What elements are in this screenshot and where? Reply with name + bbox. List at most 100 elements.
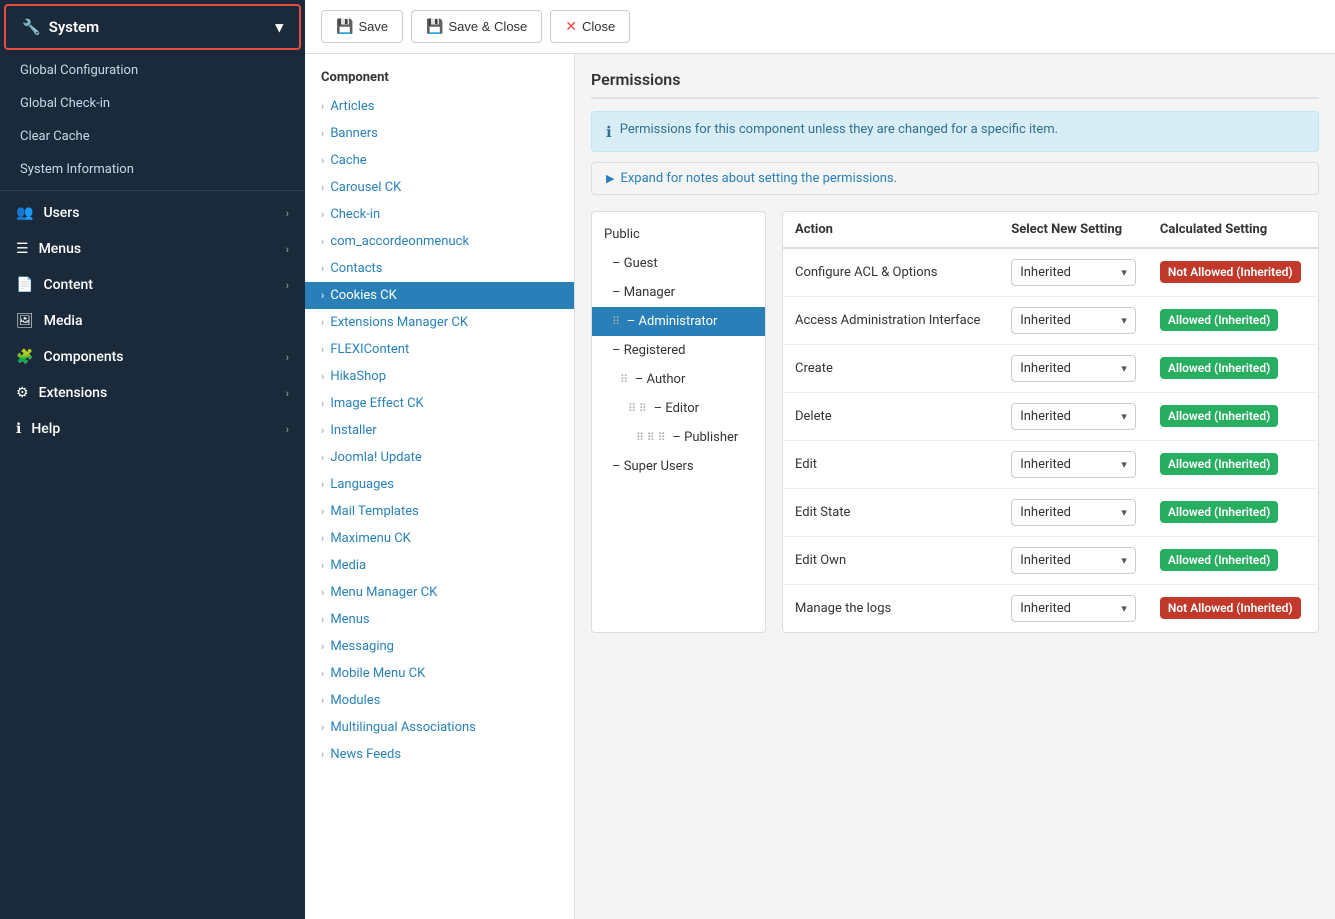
perm-select-delete[interactable]: Inherited ▾ <box>999 393 1148 441</box>
user-group-label: Public <box>604 227 640 242</box>
perm-select-manage-logs[interactable]: Inherited ▾ <box>999 585 1148 633</box>
select-dropdown-delete[interactable]: Inherited ▾ <box>1011 403 1136 430</box>
perm-action-create: Create <box>783 345 999 393</box>
component-item-hikashop[interactable]: ›HikaShop <box>305 363 574 390</box>
chevron-down-icon: ▾ <box>275 18 283 36</box>
close-label: Close <box>582 19 615 34</box>
help-icon: ℹ <box>16 421 21 437</box>
perm-calc-edit: Allowed (Inherited) <box>1148 441 1318 489</box>
sidebar-item-components[interactable]: 🧩 Components › <box>0 339 305 375</box>
sidebar-item-users[interactable]: 👥 Users › <box>0 195 305 231</box>
perm-select-access-admin[interactable]: Inherited ▾ <box>999 297 1148 345</box>
close-button[interactable]: ✕ Close <box>550 10 630 43</box>
user-group-item-super-users[interactable]: – Super Users <box>592 452 765 481</box>
permissions-main: Public– Guest– Manager⠿ – Administrator–… <box>591 211 1319 633</box>
sidebar-item-media[interactable]: 🖼 Media <box>0 303 305 339</box>
user-group-item-manager[interactable]: – Manager <box>592 278 765 307</box>
select-dropdown-edit[interactable]: Inherited ▾ <box>1011 451 1136 478</box>
perm-select-edit-own[interactable]: Inherited ▾ <box>999 537 1148 585</box>
component-item-languages[interactable]: ›Languages <box>305 471 574 498</box>
component-item-maximenu-ck[interactable]: ›Maximenu CK <box>305 525 574 552</box>
perm-select-create[interactable]: Inherited ▾ <box>999 345 1148 393</box>
drag-handle: ⠿ <box>620 373 631 386</box>
chevron-icon: › <box>321 343 324 356</box>
select-value-access-admin: Inherited <box>1020 313 1071 328</box>
component-item-cookies-ck[interactable]: ›Cookies CK <box>305 282 574 309</box>
component-item-joomla-update[interactable]: ›Joomla! Update <box>305 444 574 471</box>
user-group-item-public[interactable]: Public <box>592 220 765 249</box>
dropdown-arrow-create: ▾ <box>1121 362 1127 375</box>
sidebar-item-global-checkin[interactable]: Global Check-in <box>0 87 305 120</box>
user-group-item-author[interactable]: ⠿ – Author <box>592 365 765 394</box>
component-item-flexicontent[interactable]: ›FLEXIContent <box>305 336 574 363</box>
component-item-com-accordeonmenuck[interactable]: ›com_accordeonmenuck <box>305 228 574 255</box>
sidebar-item-menus[interactable]: ☰ Menus › <box>0 231 305 267</box>
components-icon: 🧩 <box>16 349 33 365</box>
chevron-icon: › <box>321 613 324 626</box>
perm-select-edit[interactable]: Inherited ▾ <box>999 441 1148 489</box>
perm-row-delete: Delete Inherited ▾ Allowed (Inherited) <box>783 393 1318 441</box>
component-item-media[interactable]: ›Media <box>305 552 574 579</box>
component-item-image-effect-ck[interactable]: ›Image Effect CK <box>305 390 574 417</box>
component-item-carousel-ck[interactable]: ›Carousel CK <box>305 174 574 201</box>
dropdown-arrow-delete: ▾ <box>1121 410 1127 423</box>
component-item-news-feeds[interactable]: ›News Feeds <box>305 741 574 768</box>
sidebar-item-extensions[interactable]: ⚙ Extensions › <box>0 375 305 411</box>
component-item-cache[interactable]: ›Cache <box>305 147 574 174</box>
chevron-right-menus: › <box>286 243 289 256</box>
sidebar-item-help[interactable]: ℹ Help › <box>0 411 305 447</box>
select-dropdown-manage-logs[interactable]: Inherited ▾ <box>1011 595 1136 622</box>
perm-select-configure-acl[interactable]: Inherited ▾ <box>999 248 1148 297</box>
sidebar-item-content[interactable]: 📄 Content › <box>0 267 305 303</box>
chevron-icon: › <box>321 235 324 248</box>
component-item-menus[interactable]: ›Menus <box>305 606 574 633</box>
component-item-label: News Feeds <box>330 747 401 762</box>
sidebar-content-label: Content <box>43 277 93 293</box>
sidebar-item-system-information[interactable]: System Information <box>0 153 305 186</box>
component-item-messaging[interactable]: ›Messaging <box>305 633 574 660</box>
user-group-item-guest[interactable]: – Guest <box>592 249 765 278</box>
select-dropdown-edit-state[interactable]: Inherited ▾ <box>1011 499 1136 526</box>
user-group-item-publisher[interactable]: ⠿ ⠿ ⠿ – Publisher <box>592 423 765 452</box>
extensions-icon: ⚙ <box>16 385 29 401</box>
save-button[interactable]: 💾 Save <box>321 10 403 43</box>
component-item-banners[interactable]: ›Banners <box>305 120 574 147</box>
component-item-modules[interactable]: ›Modules <box>305 687 574 714</box>
select-dropdown-edit-own[interactable]: Inherited ▾ <box>1011 547 1136 574</box>
calc-badge-create: Allowed (Inherited) <box>1160 357 1278 379</box>
select-dropdown-create[interactable]: Inherited ▾ <box>1011 355 1136 382</box>
sidebar-system-header[interactable]: 🔧 System ▾ <box>4 4 301 50</box>
calc-badge-access-admin: Allowed (Inherited) <box>1160 309 1278 331</box>
permissions-info-text: Permissions for this component unless th… <box>620 122 1058 137</box>
component-item-label: Mail Templates <box>330 504 419 519</box>
sidebar-item-global-configuration[interactable]: Global Configuration <box>0 54 305 87</box>
permissions-panel: Permissions ℹ Permissions for this compo… <box>575 54 1335 919</box>
user-group-item-administrator[interactable]: ⠿ – Administrator <box>592 307 765 336</box>
component-item-label: Maximenu CK <box>330 531 411 546</box>
save-close-button[interactable]: 💾 Save & Close <box>411 10 542 43</box>
permissions-title: Permissions <box>591 70 1319 99</box>
sidebar-item-clear-cache[interactable]: Clear Cache <box>0 120 305 153</box>
select-dropdown-access-admin[interactable]: Inherited ▾ <box>1011 307 1136 334</box>
component-item-check-in[interactable]: ›Check-in <box>305 201 574 228</box>
perm-calc-create: Allowed (Inherited) <box>1148 345 1318 393</box>
user-group-item-editor[interactable]: ⠿ ⠿ – Editor <box>592 394 765 423</box>
component-item-label: Extensions Manager CK <box>330 315 468 330</box>
permissions-expand[interactable]: ▶ Expand for notes about setting the per… <box>591 162 1319 195</box>
select-value-edit-state: Inherited <box>1020 505 1071 520</box>
component-item-extensions-manager-ck[interactable]: ›Extensions Manager CK <box>305 309 574 336</box>
component-item-installer[interactable]: ›Installer <box>305 417 574 444</box>
select-dropdown-configure-acl[interactable]: Inherited ▾ <box>1011 259 1136 286</box>
component-item-mail-templates[interactable]: ›Mail Templates <box>305 498 574 525</box>
component-item-articles[interactable]: ›Articles <box>305 93 574 120</box>
perm-action-delete: Delete <box>783 393 999 441</box>
component-item-multilingual-associations[interactable]: ›Multilingual Associations <box>305 714 574 741</box>
component-item-contacts[interactable]: ›Contacts <box>305 255 574 282</box>
user-group-item-registered[interactable]: – Registered <box>592 336 765 365</box>
component-item-label: Articles <box>330 99 374 114</box>
permissions-info-box: ℹ Permissions for this component unless … <box>591 111 1319 152</box>
component-item-mobile-menu-ck[interactable]: ›Mobile Menu CK <box>305 660 574 687</box>
component-item-menu-manager-ck[interactable]: ›Menu Manager CK <box>305 579 574 606</box>
perm-select-edit-state[interactable]: Inherited ▾ <box>999 489 1148 537</box>
perm-row-edit-own: Edit Own Inherited ▾ Allowed (Inherited) <box>783 537 1318 585</box>
